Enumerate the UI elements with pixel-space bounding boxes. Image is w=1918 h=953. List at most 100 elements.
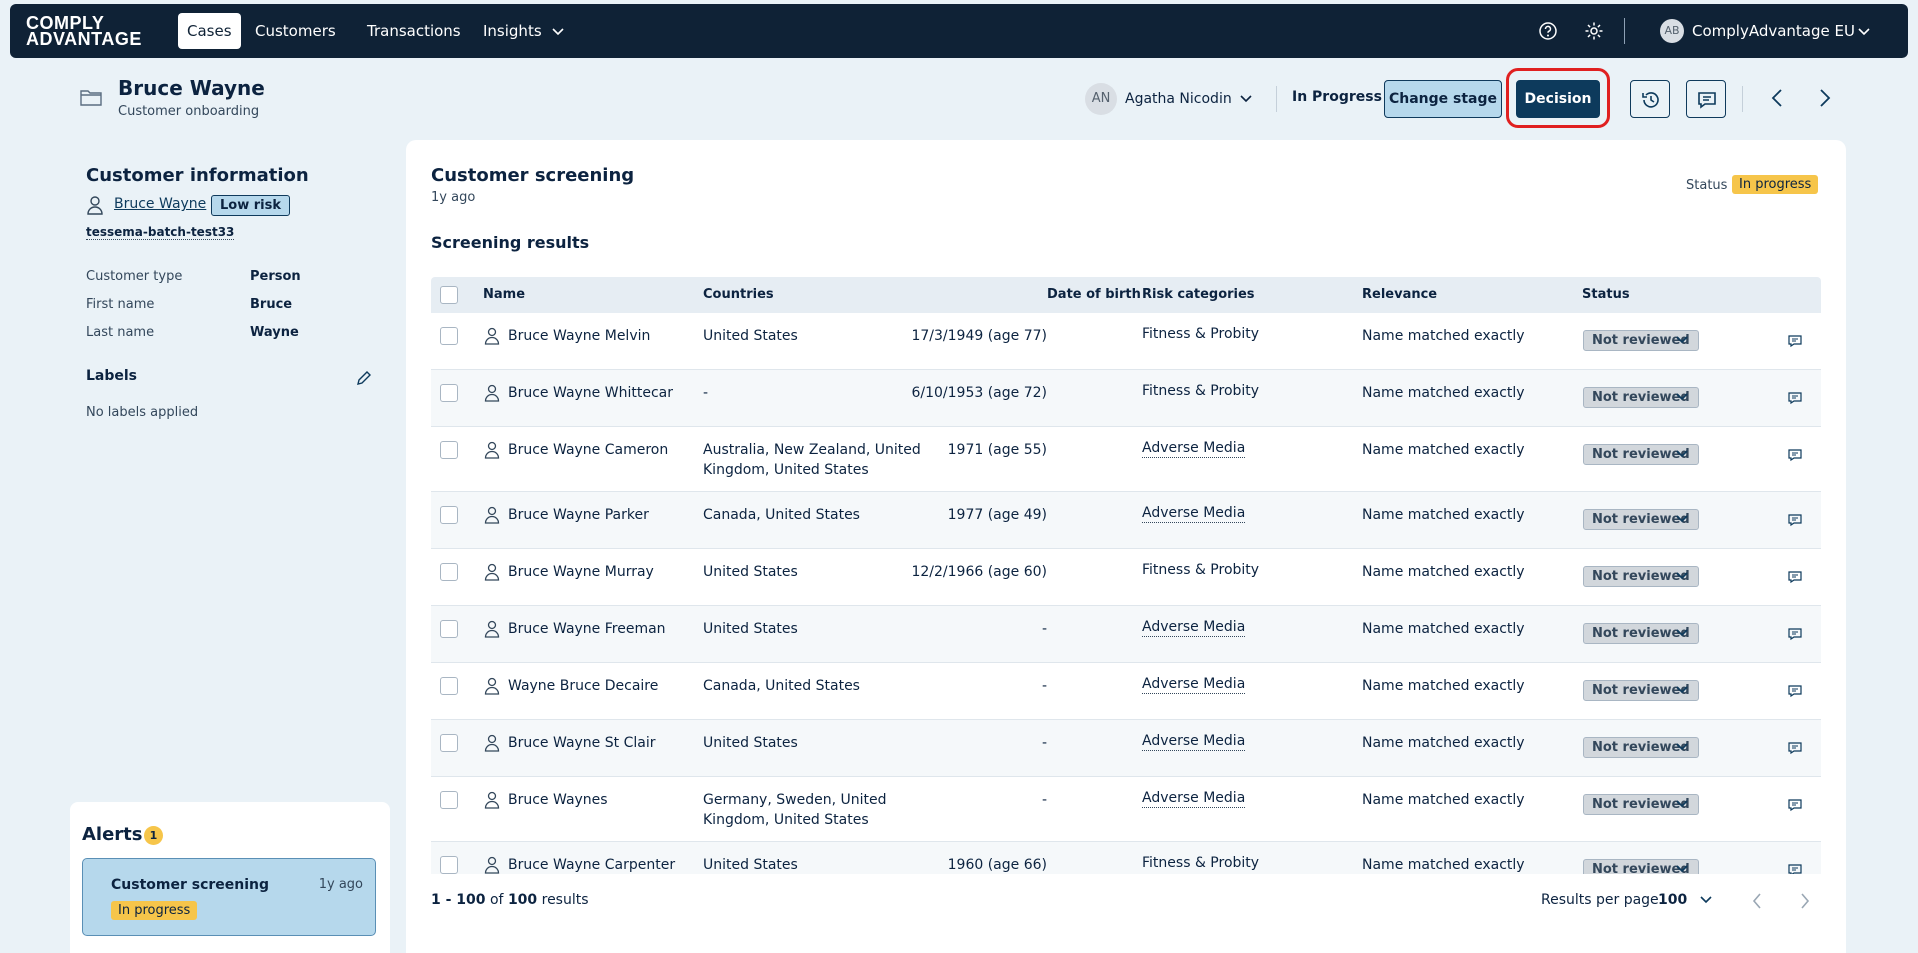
chevron-down-icon[interactable]	[1676, 743, 1688, 751]
row-checkbox[interactable]	[440, 620, 458, 638]
chevron-right-icon[interactable]	[1818, 88, 1832, 108]
gear-icon[interactable]	[1584, 21, 1604, 41]
history-button[interactable]	[1630, 80, 1670, 118]
account-avatar[interactable]: AB	[1660, 19, 1684, 43]
comment-icon[interactable]	[1788, 684, 1802, 698]
chevron-down-icon[interactable]	[1676, 686, 1688, 694]
row-checkbox[interactable]	[440, 563, 458, 581]
comment-icon[interactable]	[1788, 627, 1802, 641]
column-header-relevance[interactable]: Relevance	[1362, 287, 1437, 302]
row-checkbox[interactable]	[440, 506, 458, 524]
pencil-icon[interactable]	[356, 370, 372, 386]
chevron-down-icon[interactable]	[1858, 28, 1870, 36]
match-name[interactable]: Bruce Waynes	[508, 790, 608, 810]
match-name[interactable]: Bruce Wayne Parker	[508, 505, 649, 525]
comment-icon[interactable]	[1788, 448, 1802, 462]
results-per-page-select[interactable]: 100	[1658, 892, 1712, 908]
folder-icon	[80, 90, 102, 106]
select-all-checkbox[interactable]	[440, 286, 458, 304]
match-risk-category[interactable]: Fitness & Probity	[1142, 381, 1259, 401]
match-name[interactable]: Bruce Wayne Melvin	[508, 326, 650, 346]
row-checkbox[interactable]	[440, 441, 458, 459]
person-icon	[484, 327, 500, 345]
comment-icon[interactable]	[1788, 798, 1802, 812]
chevron-right-icon[interactable]	[1799, 892, 1811, 910]
comment-icon[interactable]	[1788, 741, 1802, 755]
column-header-name[interactable]: Name	[483, 287, 525, 302]
comments-button[interactable]	[1686, 80, 1726, 118]
table-row[interactable]: Wayne Bruce Decaire Canada, United State…	[431, 663, 1821, 720]
status-badge: In progress	[1732, 175, 1819, 194]
match-name[interactable]: Bruce Wayne Cameron	[508, 440, 668, 460]
table-row[interactable]: Bruce Wayne Freeman United States - Adve…	[431, 606, 1821, 663]
nav-tab-cases[interactable]: Cases	[178, 13, 241, 49]
match-name[interactable]: Bruce Wayne Freeman	[508, 619, 666, 639]
chevron-left-icon[interactable]	[1751, 892, 1763, 910]
table-row[interactable]: Bruce Wayne Melvin United States 17/3/19…	[431, 313, 1821, 370]
person-icon	[484, 441, 500, 459]
match-dob: 1971 (age 55)	[947, 442, 1047, 458]
chevron-left-icon[interactable]	[1770, 88, 1784, 108]
row-checkbox[interactable]	[440, 734, 458, 752]
comply-advantage-logo[interactable]: COMPLY ADVANTAGE	[26, 14, 142, 48]
match-name[interactable]: Bruce Wayne St Clair	[508, 733, 655, 753]
comment-icon[interactable]	[1788, 334, 1802, 348]
match-name[interactable]: Bruce Wayne Carpenter	[508, 855, 675, 874]
chevron-down-icon[interactable]	[1676, 393, 1688, 401]
match-countries: Germany, Sweden, United Kingdom, United S…	[703, 792, 887, 828]
match-risk-category[interactable]: Adverse Media	[1142, 732, 1246, 751]
chevron-down-icon[interactable]	[1676, 800, 1688, 808]
column-header-status[interactable]: Status	[1582, 287, 1630, 302]
comment-icon[interactable]	[1788, 513, 1802, 527]
match-risk-category[interactable]: Fitness & Probity	[1142, 560, 1259, 580]
chevron-down-icon[interactable]	[1676, 450, 1688, 458]
chevron-down-icon[interactable]	[1676, 515, 1688, 523]
alert-title: Customer screening	[111, 877, 270, 893]
match-risk-category[interactable]: Adverse Media	[1142, 789, 1246, 808]
row-checkbox[interactable]	[440, 791, 458, 809]
match-risk-category[interactable]: Adverse Media	[1142, 675, 1246, 694]
row-checkbox[interactable]	[440, 677, 458, 695]
change-stage-button[interactable]: Change stage	[1384, 80, 1502, 118]
person-icon	[484, 856, 500, 874]
match-risk-category[interactable]: Adverse Media	[1142, 504, 1246, 523]
table-row[interactable]: Bruce Wayne Murray United States 12/2/19…	[431, 549, 1821, 606]
nav-tab-insights[interactable]: Insights	[474, 13, 573, 49]
table-row[interactable]: Bruce Wayne St Clair United States - Adv…	[431, 720, 1821, 777]
match-risk-category[interactable]: Fitness & Probity	[1142, 853, 1259, 873]
row-checkbox[interactable]	[440, 856, 458, 874]
table-row[interactable]: Bruce Waynes Germany, Sweden, United King…	[431, 777, 1821, 842]
row-checkbox[interactable]	[440, 384, 458, 402]
column-header-risk-categories[interactable]: Risk categories	[1142, 287, 1255, 302]
customer-name-link[interactable]: Bruce Wayne	[114, 196, 206, 212]
match-name[interactable]: Bruce Wayne Murray	[508, 562, 654, 582]
chevron-down-icon[interactable]	[1676, 336, 1688, 344]
nav-tab-customers[interactable]: Customers	[246, 13, 345, 49]
match-relevance: Name matched exactly	[1362, 857, 1525, 873]
table-row[interactable]: Bruce Wayne Cameron Australia, New Zeala…	[431, 427, 1821, 492]
match-name[interactable]: Bruce Wayne Whittecar	[508, 383, 673, 403]
chevron-down-icon[interactable]	[1676, 865, 1688, 873]
match-risk-category[interactable]: Adverse Media	[1142, 618, 1246, 637]
match-risk-category[interactable]: Adverse Media	[1142, 439, 1246, 458]
history-icon	[1642, 92, 1659, 108]
column-header-dob[interactable]: Date of birth	[1047, 287, 1141, 302]
assignee-selector[interactable]: AN Agatha Nicodin	[1085, 83, 1252, 115]
comment-icon[interactable]	[1788, 863, 1802, 874]
comment-icon[interactable]	[1788, 391, 1802, 405]
table-row[interactable]: Bruce Wayne Carpenter United States 1960…	[431, 842, 1821, 874]
alert-time: 1y ago	[318, 877, 363, 892]
table-row[interactable]: Bruce Wayne Parker Canada, United States…	[431, 492, 1821, 549]
column-header-countries[interactable]: Countries	[703, 287, 774, 302]
account-name[interactable]: ComplyAdvantage EU	[1692, 22, 1855, 40]
row-checkbox[interactable]	[440, 327, 458, 345]
match-name[interactable]: Wayne Bruce Decaire	[508, 676, 658, 696]
help-icon[interactable]	[1538, 21, 1558, 41]
chevron-down-icon[interactable]	[1676, 572, 1688, 580]
alert-card[interactable]: Customer screening 1y ago In progress	[82, 858, 376, 936]
table-row[interactable]: Bruce Wayne Whittecar - 6/10/1953 (age 7…	[431, 370, 1821, 427]
match-risk-category[interactable]: Fitness & Probity	[1142, 324, 1259, 344]
nav-tab-transactions[interactable]: Transactions	[358, 13, 470, 49]
chevron-down-icon[interactable]	[1676, 629, 1688, 637]
comment-icon[interactable]	[1788, 570, 1802, 584]
